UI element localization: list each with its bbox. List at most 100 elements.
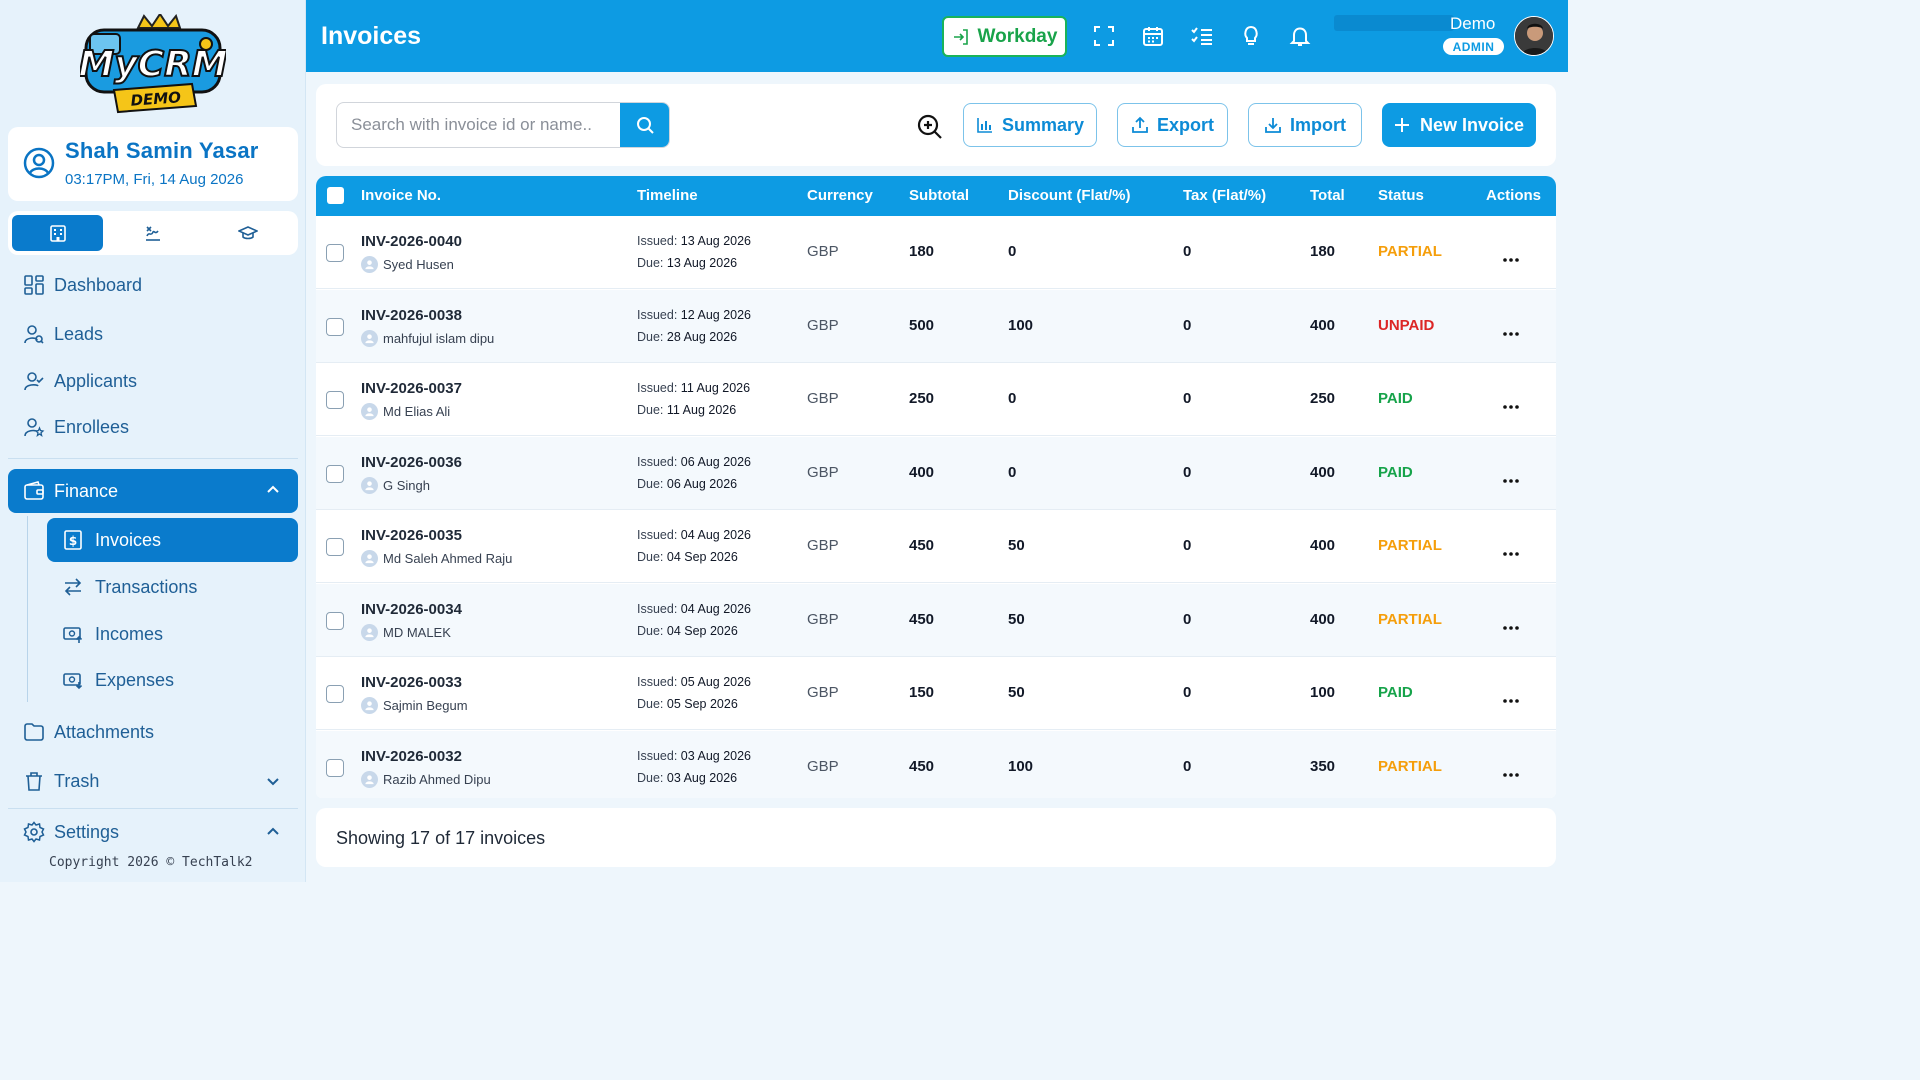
due-label: Due:	[637, 623, 664, 638]
invoice-number[interactable]: INV-2026-0032	[361, 748, 462, 765]
table-row[interactable]: INV-2026-0035 Md Saleh Ahmed Raju Issued: …	[316, 510, 1556, 583]
table-row[interactable]: INV-2026-0032 Razib Ahmed Dipu Issued: 03 …	[316, 730, 1556, 798]
row-checkbox[interactable]	[326, 611, 344, 630]
select-all-checkbox[interactable]	[327, 187, 344, 204]
more-actions-icon[interactable]	[1502, 250, 1520, 262]
row-checkbox[interactable]	[326, 464, 344, 483]
row-checkbox[interactable]	[326, 538, 344, 556]
segment-building[interactable]	[12, 215, 103, 251]
subtotal: 450	[909, 757, 935, 775]
col-status[interactable]: Status	[1378, 187, 1424, 204]
invoice-number[interactable]: INV-2026-0036	[361, 454, 462, 471]
import-button[interactable]: Import	[1248, 103, 1362, 147]
nav-label: Finance	[54, 480, 119, 501]
nav-label: Settings	[54, 821, 120, 842]
search-input[interactable]	[337, 103, 622, 147]
invoice-dollar-icon: $	[61, 528, 85, 552]
col-tax[interactable]: Tax (Flat/%)	[1183, 187, 1266, 204]
segment-sign[interactable]	[107, 215, 198, 251]
row-checkbox[interactable]	[326, 685, 344, 703]
col-currency[interactable]: Currency	[807, 187, 873, 204]
tax: 0	[1183, 684, 1192, 701]
due-date: Due: 04 Sep 2026	[637, 550, 738, 564]
nav-enrollees[interactable]: Enrollees	[8, 406, 298, 448]
notifications-button[interactable]	[1286, 22, 1314, 50]
col-timeline[interactable]: Timeline	[637, 187, 698, 204]
export-button[interactable]: Export	[1117, 103, 1228, 147]
chart-bar-icon	[977, 118, 992, 133]
new-invoice-button[interactable]: New Invoice	[1382, 103, 1536, 147]
search-button[interactable]	[620, 103, 669, 147]
nav-leads[interactable]: Leads	[8, 313, 298, 355]
nav-trash[interactable]: Trash	[8, 760, 298, 802]
workday-button[interactable]: Workday	[942, 16, 1067, 57]
nav-dashboard[interactable]: Dashboard	[8, 264, 298, 306]
status-badge: PARTIAL	[1378, 757, 1442, 775]
plus-icon	[1394, 118, 1409, 132]
invoice-number[interactable]: INV-2026-0034	[361, 601, 462, 618]
table-row[interactable]: INV-2026-0038 mahfujul islam dipu Issued: …	[316, 289, 1556, 363]
invoice-number[interactable]: INV-2026-0038	[361, 307, 462, 324]
tax: 0	[1183, 610, 1192, 628]
invoice-number[interactable]: INV-2026-0033	[361, 674, 462, 691]
table-row[interactable]: INV-2026-0033 Sajmin Begum Issued: 05 Aug …	[316, 657, 1556, 730]
summary-button[interactable]: Summary	[963, 103, 1097, 147]
more-actions-icon[interactable]	[1502, 691, 1520, 703]
mycrm-logo[interactable]: MyCRM DEMO	[80, 14, 226, 114]
zoom-in-icon[interactable]	[916, 113, 944, 141]
issued-value: 05 Aug 2026	[680, 675, 752, 689]
user-card[interactable]: Shah Samin Yasar 03:17PM, Fri, 14 Aug 20…	[8, 127, 298, 201]
nav-transactions[interactable]: Transactions	[47, 565, 298, 609]
invoice-number[interactable]: INV-2026-0037	[361, 380, 462, 397]
more-actions-icon[interactable]	[1502, 397, 1520, 409]
total: 180	[1310, 243, 1336, 260]
subtotal: 150	[909, 684, 935, 701]
nav-incomes[interactable]: Incomes	[47, 612, 298, 656]
nav-applicants[interactable]: Applicants	[8, 360, 298, 402]
calendar-button[interactable]	[1139, 22, 1167, 50]
col-invoice-no[interactable]: Invoice No.	[361, 187, 441, 204]
invoice-number[interactable]: INV-2026-0040	[361, 233, 462, 250]
nav-finance[interactable]: Finance	[8, 469, 298, 513]
more-actions-icon[interactable]	[1502, 765, 1520, 777]
more-actions-icon[interactable]	[1502, 544, 1520, 556]
more-actions-icon[interactable]	[1502, 618, 1520, 630]
more-actions-icon[interactable]	[1502, 324, 1520, 336]
col-discount[interactable]: Discount (Flat/%)	[1008, 187, 1131, 204]
table-row[interactable]: INV-2026-0040 Syed Husen Issued: 13 Aug 20…	[316, 216, 1556, 289]
table-row[interactable]: INV-2026-0036 G Singh Issued: 06 Aug 2026 D…	[316, 436, 1556, 510]
subtotal: 400	[909, 463, 935, 481]
profile-name[interactable]: Demo	[1450, 14, 1495, 34]
nav-invoices[interactable]: $ Invoices	[47, 518, 298, 562]
currency: GBP	[807, 463, 839, 481]
row-checkbox[interactable]	[326, 317, 344, 336]
issued-value: 13 Aug 2026	[680, 234, 752, 248]
row-checkbox[interactable]	[326, 758, 344, 777]
nav-settings[interactable]: Settings	[8, 811, 298, 853]
segment-education[interactable]	[202, 215, 293, 251]
col-total[interactable]: Total	[1310, 187, 1345, 204]
discount: 100	[1008, 316, 1034, 334]
invoice-number[interactable]: INV-2026-0035	[361, 527, 462, 544]
nav-label: Invoices	[95, 529, 162, 550]
person-icon	[361, 697, 378, 714]
issued-date: Issued: 05 Aug 2026	[637, 675, 751, 689]
customer: Md Elias Ali	[361, 403, 450, 420]
fullscreen-button[interactable]	[1090, 22, 1118, 50]
ideas-button[interactable]	[1237, 22, 1265, 50]
calendar-icon	[1143, 27, 1163, 46]
nav-attachments[interactable]: Attachments	[8, 711, 298, 753]
avatar[interactable]	[1514, 16, 1554, 56]
due-date: Due: 03 Aug 2026	[637, 771, 737, 785]
row-checkbox[interactable]	[326, 244, 344, 262]
due-date: Due: 28 Aug 2026	[637, 330, 737, 344]
svg-text:$: $	[69, 534, 77, 548]
nav-expenses[interactable]: Expenses	[47, 658, 298, 702]
table-row[interactable]: INV-2026-0037 Md Elias Ali Issued: 11 Aug …	[316, 363, 1556, 436]
table-row[interactable]: INV-2026-0034 MD MALEK Issued: 04 Aug 2026…	[316, 583, 1556, 657]
tasks-button[interactable]	[1188, 22, 1216, 50]
col-subtotal[interactable]: Subtotal	[909, 187, 969, 204]
row-checkbox[interactable]	[326, 391, 344, 409]
more-actions-icon[interactable]	[1502, 471, 1520, 483]
nav-label: Incomes	[95, 623, 164, 644]
